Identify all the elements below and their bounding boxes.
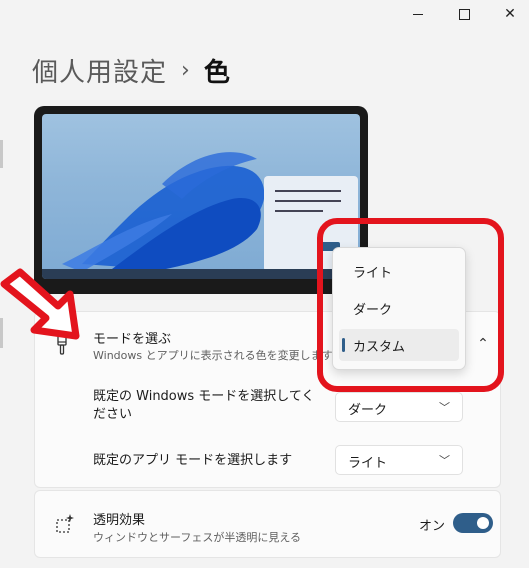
transparency-toggle[interactable]	[453, 513, 493, 533]
preview-screen	[42, 114, 360, 279]
maximize-button[interactable]	[441, 0, 487, 28]
transparency-title: 透明効果	[93, 513, 146, 528]
close-button[interactable]: ✕	[487, 0, 529, 28]
windows-mode-value: ダーク	[348, 403, 388, 418]
app-mode-row: 既定のアプリ モードを選択します ライト ﹀	[34, 437, 501, 488]
minimize-button[interactable]	[395, 0, 441, 28]
maximize-icon	[458, 8, 470, 20]
breadcrumb: 個人用設定 › 色	[32, 52, 230, 89]
minimize-icon	[413, 13, 423, 15]
nav-edge-marker	[0, 140, 3, 168]
transparency-icon	[56, 514, 74, 533]
windows-mode-label: 既定の Windows モードを選択してください	[93, 389, 315, 422]
choose-mode-description: Windows とアプリに表示される色を変更します	[93, 349, 333, 362]
highlight-box	[317, 218, 504, 392]
close-icon: ✕	[504, 6, 516, 22]
chevron-down-icon: ﹀	[439, 401, 450, 414]
app-mode-value: ライト	[348, 456, 388, 471]
windows-mode-select[interactable]: ダーク ﹀	[335, 392, 463, 422]
transparency-state-label: オン	[419, 519, 446, 534]
breadcrumb-separator: ›	[181, 58, 190, 83]
page-title: 色	[203, 58, 230, 88]
chevron-down-icon: ﹀	[439, 454, 450, 467]
transparency-description: ウィンドウとサーフェスが半透明に見える	[93, 531, 302, 544]
toggle-knob	[477, 517, 489, 529]
breadcrumb-parent[interactable]: 個人用設定	[32, 52, 167, 89]
title-bar: ✕	[0, 0, 529, 28]
app-mode-select[interactable]: ライト ﹀	[335, 445, 463, 475]
app-mode-label: 既定のアプリ モードを選択します	[93, 453, 293, 468]
red-arrow-icon	[0, 268, 80, 340]
transparency-card: 透明効果 ウィンドウとサーフェスが半透明に見える オン	[34, 490, 501, 558]
